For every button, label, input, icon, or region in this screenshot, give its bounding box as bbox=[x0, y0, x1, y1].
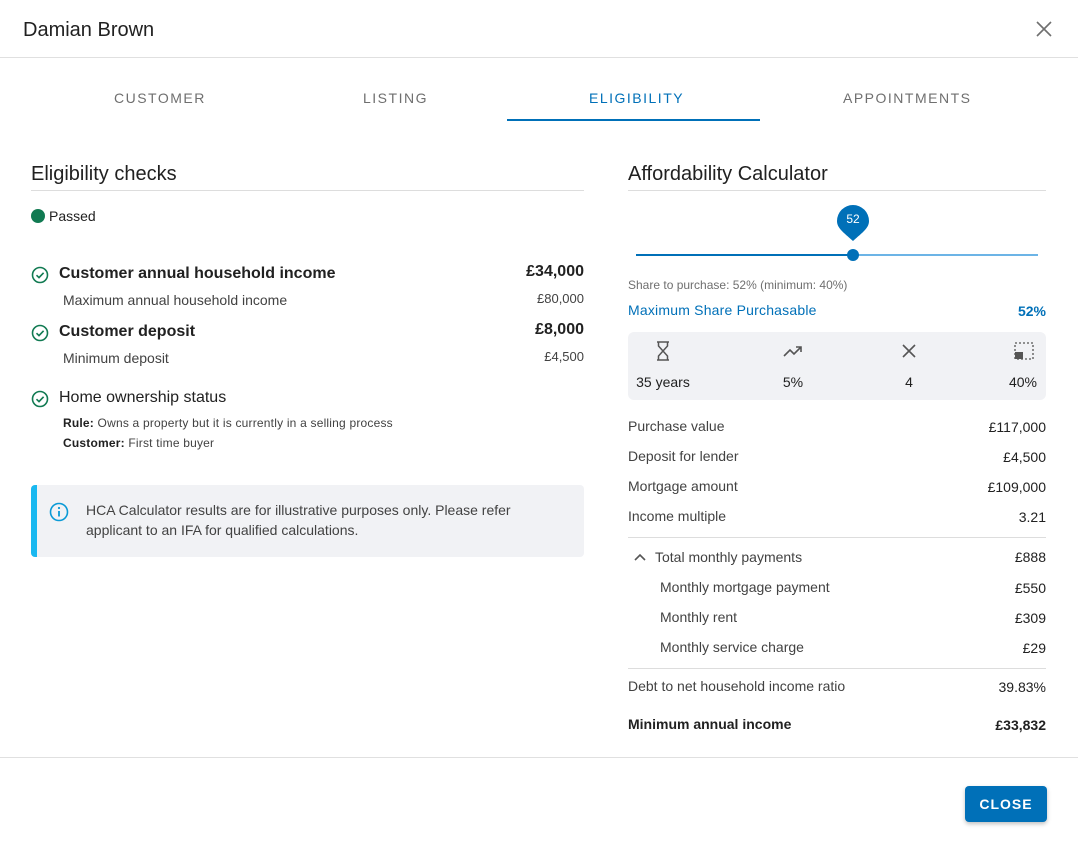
deposit-lender-value: £4,500 bbox=[1003, 449, 1046, 465]
check-deposit: Customer deposit £8,000 Minimum deposit … bbox=[31, 321, 584, 368]
mortgage-amount-value: £109,000 bbox=[987, 479, 1046, 495]
check-sub-label: Maximum annual household income bbox=[63, 292, 288, 308]
stat-rate: 5% bbox=[782, 374, 804, 390]
check-home-ownership: Home ownership status Rule: Owns a prope… bbox=[31, 389, 584, 454]
purchase-value: £117,000 bbox=[988, 419, 1046, 435]
tab-eligibility[interactable]: ELIGIBILITY bbox=[589, 90, 684, 106]
max-share-value: 52% bbox=[1017, 303, 1046, 319]
share-note: Share to purchase: 52% (minimum: 40%) bbox=[628, 278, 848, 292]
dialog-title: Damian Brown bbox=[23, 19, 155, 41]
check-circle-icon bbox=[31, 266, 49, 284]
stat-multiplier: 4 bbox=[905, 374, 913, 390]
mortgage-amount-label: Mortgage amount bbox=[628, 478, 738, 494]
slider-track-filled[interactable] bbox=[636, 254, 853, 256]
check-income: Customer annual household income £34,000… bbox=[31, 263, 584, 310]
close-button[interactable]: CLOSE bbox=[965, 786, 1047, 822]
active-tab-indicator bbox=[507, 119, 760, 121]
max-share-link[interactable]: Maximum Share Purchasable bbox=[628, 302, 817, 318]
rule-text: Owns a property but it is currently in a… bbox=[97, 416, 393, 430]
info-text: HCA Calculator results are for illustrat… bbox=[86, 502, 511, 538]
footer-divider bbox=[0, 757, 1078, 758]
multiply-icon bbox=[902, 344, 916, 358]
stat-term: 35 years bbox=[636, 374, 690, 390]
calculator-divider bbox=[628, 190, 1046, 191]
min-income-label: Minimum annual income bbox=[628, 716, 792, 732]
status-text: Passed bbox=[49, 208, 96, 224]
income-multiple-value: 3.21 bbox=[1018, 509, 1046, 525]
check-circle-icon bbox=[31, 390, 49, 408]
check-value: £8,000 bbox=[535, 321, 584, 338]
deposit-lender-label: Deposit for lender bbox=[628, 448, 739, 464]
check-sub-label: Minimum deposit bbox=[63, 350, 169, 366]
chevron-up-icon[interactable] bbox=[633, 550, 647, 564]
monthly-mortgage-label: Monthly mortgage payment bbox=[660, 579, 830, 595]
customer-label: Customer: bbox=[63, 436, 125, 450]
monthly-rent-label: Monthly rent bbox=[660, 609, 738, 625]
slider-thumb[interactable] bbox=[847, 249, 859, 261]
tab-listing[interactable]: LISTING bbox=[363, 90, 428, 106]
monthly-service-value: £29 bbox=[1022, 640, 1046, 656]
check-label: Home ownership status bbox=[59, 389, 227, 406]
status-badge: Passed bbox=[31, 208, 96, 224]
slider-track-rest[interactable] bbox=[853, 254, 1038, 256]
trending-up-icon bbox=[783, 346, 802, 357]
check-sub-value: £4,500 bbox=[544, 349, 584, 364]
stat-min-share: 40% bbox=[1008, 374, 1038, 390]
income-multiple-label: Income multiple bbox=[628, 508, 727, 524]
ownership-rule: Rule: Owns a property but it is currentl… bbox=[63, 416, 393, 430]
customer-text: First time buyer bbox=[128, 436, 215, 450]
min-income-value: £33,832 bbox=[995, 717, 1046, 733]
tab-bar: CUSTOMER LISTING ELIGIBILITY APPOINTMENT… bbox=[0, 58, 1078, 124]
stats-panel: 35 years 5% 4 40% bbox=[628, 332, 1046, 400]
eligibility-divider bbox=[31, 190, 584, 191]
slider-value-label: 52 bbox=[846, 212, 860, 226]
close-icon[interactable] bbox=[1034, 19, 1054, 39]
info-icon bbox=[49, 502, 69, 522]
tab-appointments[interactable]: APPOINTMENTS bbox=[843, 90, 971, 106]
check-circle-icon bbox=[31, 324, 49, 342]
ownership-customer: Customer: First time buyer bbox=[63, 436, 214, 450]
debt-ratio-value: 39.83% bbox=[998, 679, 1046, 695]
monthly-divider-top bbox=[628, 537, 1046, 538]
purchase-value-label: Purchase value bbox=[628, 418, 725, 434]
hourglass-icon bbox=[657, 341, 669, 361]
eligibility-title: Eligibility checks bbox=[31, 163, 177, 185]
check-label: Customer deposit bbox=[59, 323, 196, 340]
monthly-divider-bottom bbox=[628, 668, 1046, 669]
tab-customer[interactable]: CUSTOMER bbox=[114, 90, 206, 106]
check-value: £34,000 bbox=[526, 263, 584, 280]
total-monthly-value: £888 bbox=[1014, 549, 1046, 565]
share-box-icon bbox=[1014, 342, 1034, 360]
status-dot-icon bbox=[31, 209, 45, 223]
monthly-mortgage-value: £550 bbox=[1014, 580, 1046, 596]
dialog-header: Damian Brown bbox=[0, 0, 1078, 58]
check-sub-value: £80,000 bbox=[537, 291, 584, 306]
calculator-title: Affordability Calculator bbox=[628, 163, 828, 185]
monthly-rent-value: £309 bbox=[1014, 610, 1046, 626]
rule-label: Rule: bbox=[63, 416, 94, 430]
check-label: Customer annual household income bbox=[59, 265, 336, 282]
info-banner: HCA Calculator results are for illustrat… bbox=[31, 485, 584, 557]
total-monthly-label[interactable]: Total monthly payments bbox=[655, 549, 802, 565]
debt-ratio-label: Debt to net household income ratio bbox=[628, 678, 846, 694]
monthly-service-label: Monthly service charge bbox=[660, 639, 804, 655]
